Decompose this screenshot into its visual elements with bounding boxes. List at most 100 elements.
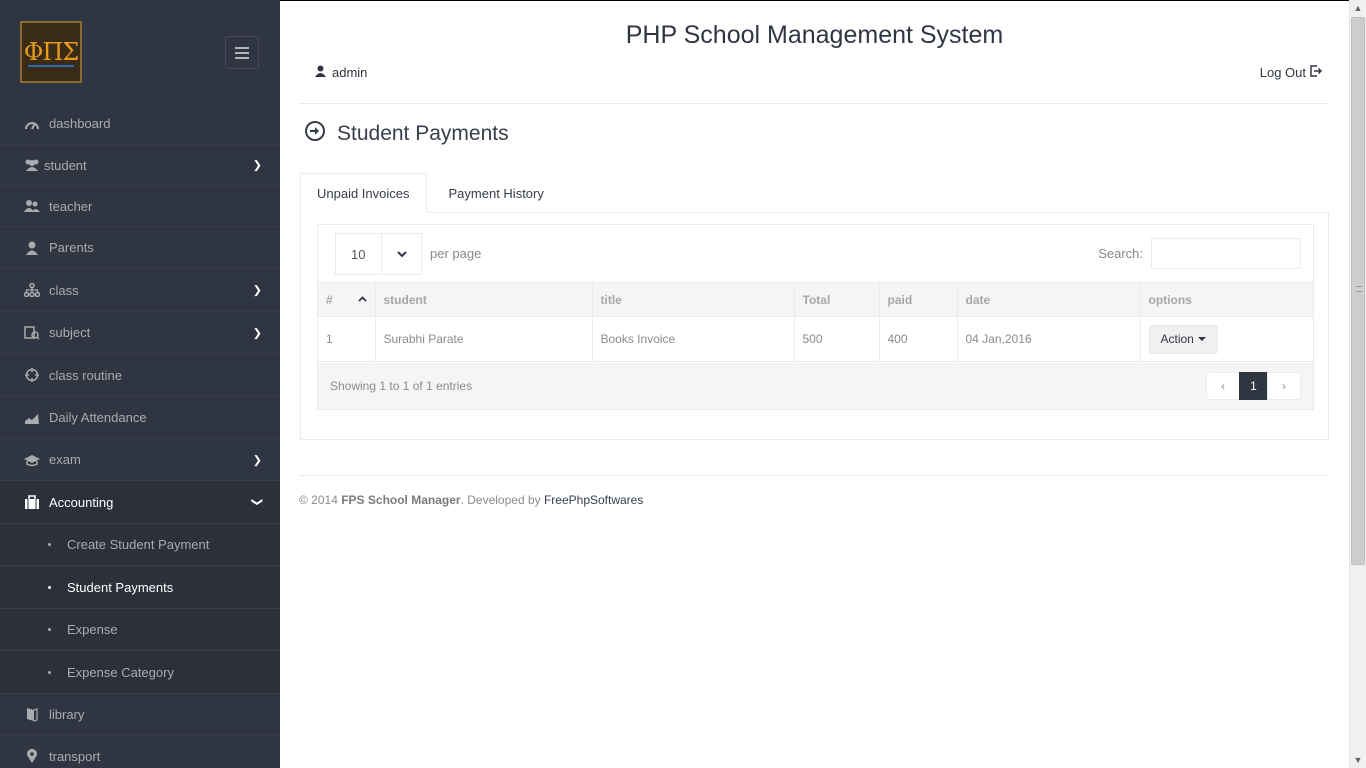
pagination-page-1[interactable]: 1 bbox=[1239, 372, 1268, 400]
sidebar-item-label: class routine bbox=[49, 367, 122, 383]
cell-title: Books Invoice bbox=[592, 316, 795, 362]
sidebar-item-label: transport bbox=[49, 749, 101, 764]
tab-panel: 10 per page Search: # student title Tota… bbox=[300, 212, 1329, 440]
cell-date: 04 Jan,2016 bbox=[957, 316, 1141, 362]
tab-payment-history[interactable]: Payment History bbox=[433, 173, 560, 213]
grip-icon bbox=[1356, 286, 1362, 292]
sidebar-item-accounting[interactable]: Accounting ❯ bbox=[0, 481, 280, 524]
footer-divider bbox=[299, 475, 1329, 476]
sidebar-subitem-expense[interactable]: Expense bbox=[0, 609, 280, 651]
sidebar-item-dashboard[interactable]: dashboard bbox=[0, 103, 280, 145]
sidebar-nav: dashboard student ❯ teacher Parents clas… bbox=[0, 103, 280, 768]
logo-area: ΦΠΣ bbox=[0, 0, 280, 103]
cell-student: Surabhi Parate bbox=[375, 316, 593, 362]
logo[interactable]: ΦΠΣ bbox=[20, 21, 82, 83]
invoices-table: # student title Total paid date options bbox=[318, 282, 1313, 362]
bullet-icon bbox=[48, 585, 51, 589]
sidebar-subitem-label: Create Student Payment bbox=[67, 537, 210, 552]
sidebar-item-student[interactable]: student ❯ bbox=[0, 145, 280, 186]
caret-down-icon bbox=[1197, 337, 1206, 341]
chevron-right-icon: ❯ bbox=[252, 159, 262, 172]
column-header-title[interactable]: title bbox=[592, 282, 795, 317]
sidebar-item-transport[interactable]: transport bbox=[0, 736, 280, 768]
scroll-down-arrow-icon[interactable]: ▼ bbox=[1350, 752, 1366, 768]
sidebar-item-class-routine[interactable]: class routine bbox=[0, 354, 280, 397]
per-page-label: per page bbox=[430, 245, 482, 261]
bullet-icon bbox=[48, 628, 51, 631]
sidebar-subitem-expense-category[interactable]: Expense Category bbox=[0, 651, 280, 694]
sidebar-item-label: library bbox=[49, 707, 85, 722]
sidebar-subitem-student-payments[interactable]: Student Payments bbox=[0, 566, 280, 609]
chevron-down-icon bbox=[382, 250, 421, 258]
search-input[interactable] bbox=[1151, 238, 1301, 269]
column-header-number[interactable]: # bbox=[318, 282, 376, 317]
search-label: Search: bbox=[1098, 246, 1143, 261]
sidebar-item-subject[interactable]: subject ❯ bbox=[0, 312, 280, 354]
page-title: Student Payments bbox=[304, 120, 509, 148]
sidebar-subitem-label: Expense Category bbox=[67, 664, 174, 680]
sidebar-item-library[interactable]: library bbox=[0, 694, 280, 736]
sidebar-subitem-create-student-payment[interactable]: Create Student Payment bbox=[0, 524, 280, 566]
column-header-total[interactable]: Total bbox=[794, 282, 880, 317]
sidebar-subitem-label: Student Payments bbox=[67, 579, 174, 595]
sidebar-item-daily-attendance[interactable]: Daily Attendance bbox=[0, 397, 280, 439]
column-header-student[interactable]: student bbox=[375, 282, 593, 317]
sidebar-item-exam[interactable]: exam ❯ bbox=[0, 439, 280, 481]
scroll-up-arrow-icon[interactable]: ▲ bbox=[1350, 0, 1366, 16]
developer-link[interactable]: FreePhpSoftwares bbox=[544, 493, 643, 507]
user-icon bbox=[22, 241, 42, 255]
sidebar-item-parents[interactable]: Parents bbox=[0, 227, 280, 269]
bullet-icon bbox=[48, 670, 51, 674]
cell-options: Action bbox=[1140, 316, 1313, 362]
per-page-value: 10 bbox=[336, 234, 382, 274]
book-icon bbox=[22, 707, 42, 722]
per-page-control: 10 per page bbox=[335, 233, 481, 275]
sidebar-item-label: exam bbox=[49, 452, 81, 467]
vertical-scrollbar[interactable]: ▲ ▼ bbox=[1349, 0, 1366, 768]
logout-button[interactable]: Log Out bbox=[1259, 65, 1323, 80]
action-label: Action bbox=[1160, 332, 1194, 346]
pagination: ‹ 1 › bbox=[1206, 372, 1301, 400]
per-page-select[interactable]: 10 bbox=[335, 233, 422, 275]
user-profile-link[interactable]: admin bbox=[315, 65, 367, 80]
pagination-next-button[interactable]: › bbox=[1267, 372, 1301, 400]
user-icon bbox=[315, 65, 326, 80]
graduation-cap-icon bbox=[22, 453, 42, 467]
logout-label: Log Out bbox=[1259, 65, 1306, 80]
table-row: 1 Surabhi Parate Books Invoice 500 400 0… bbox=[318, 316, 1313, 362]
bullet-icon bbox=[48, 543, 51, 546]
sidebar-item-teacher[interactable]: teacher bbox=[0, 186, 280, 227]
invoices-table-wrapper: 10 per page Search: # student title Tota… bbox=[317, 224, 1314, 410]
cell-total: 500 bbox=[794, 316, 880, 362]
column-header-options: options bbox=[1140, 282, 1313, 317]
suitcase-icon bbox=[22, 494, 42, 510]
pagination-prev-button[interactable]: ‹ bbox=[1206, 372, 1240, 400]
sidebar-item-label: class bbox=[49, 282, 79, 298]
sidebar-item-class[interactable]: class ❯ bbox=[0, 269, 280, 312]
docs-icon bbox=[22, 325, 42, 340]
users-icon bbox=[22, 158, 42, 172]
logo-underline bbox=[28, 65, 74, 67]
chevron-right-icon: ❯ bbox=[252, 454, 262, 466]
header-divider bbox=[299, 103, 1329, 104]
page-title-text: Student Payments bbox=[337, 122, 509, 145]
search-control: Search: bbox=[1098, 238, 1301, 269]
column-header-paid[interactable]: paid bbox=[879, 282, 958, 317]
dashboard-icon bbox=[22, 117, 42, 131]
cell-paid: 400 bbox=[879, 316, 958, 362]
sidebar-item-label: Accounting bbox=[49, 494, 114, 510]
teacher-icon bbox=[22, 199, 42, 213]
copyright: © 2014 FPS School Manager. Developed by … bbox=[299, 493, 644, 507]
tab-unpaid-invoices[interactable]: Unpaid Invoices bbox=[300, 173, 427, 213]
chevron-down-icon: ❯ bbox=[250, 497, 263, 507]
sidebar-toggle-button[interactable] bbox=[225, 36, 259, 69]
arrow-circle-right-icon bbox=[304, 120, 326, 148]
scrollbar-thumb[interactable] bbox=[1351, 17, 1365, 565]
chevron-right-icon: ❯ bbox=[252, 327, 262, 339]
app-title: PHP School Management System bbox=[625, 21, 1004, 49]
table-header-row: # student title Total paid date options bbox=[318, 282, 1313, 317]
sidebar-item-label: student bbox=[44, 157, 87, 173]
logout-icon bbox=[1310, 65, 1323, 80]
action-dropdown-button[interactable]: Action bbox=[1148, 324, 1218, 354]
column-header-date[interactable]: date bbox=[957, 282, 1141, 317]
